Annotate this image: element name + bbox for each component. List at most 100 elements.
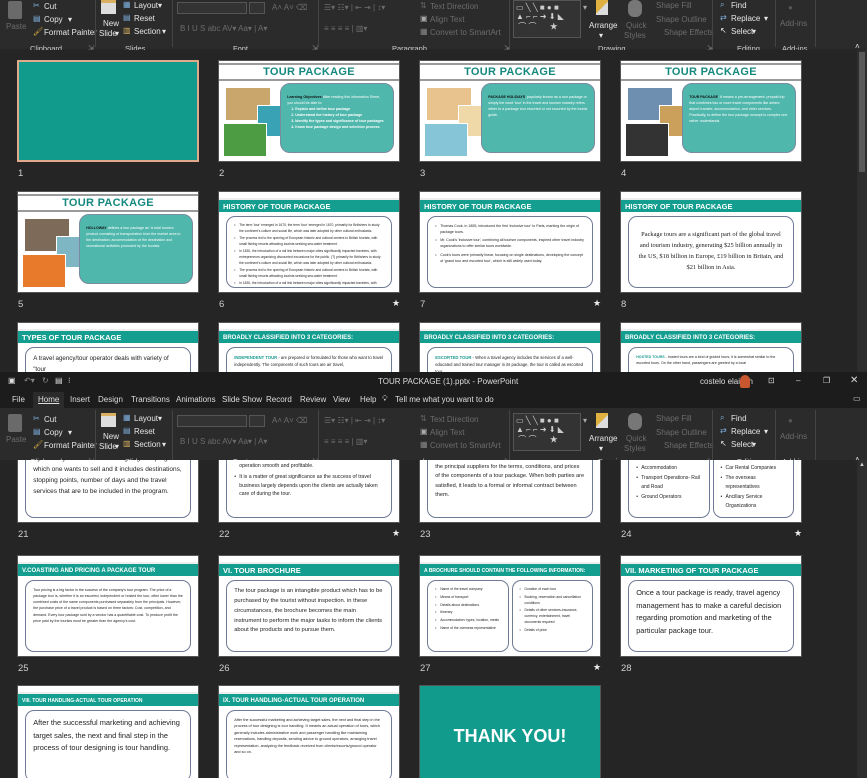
font-size-box[interactable] (249, 2, 265, 14)
scrollbar[interactable]: ▲ (857, 460, 867, 778)
slide-thumbnail-2[interactable]: TOUR PACKAGE Learning Objectives:After r… (218, 60, 400, 162)
slide-thumbnail-23[interactable]: Negotiation means talk between the trave… (419, 460, 601, 523)
addins-button[interactable]: Add-ins (780, 432, 807, 441)
tab-animations[interactable]: Animations (176, 395, 216, 404)
find-button[interactable]: Find (731, 1, 747, 10)
copy-button[interactable]: Copy (44, 15, 63, 24)
cut-button[interactable]: Cut (44, 2, 56, 11)
quick-styles-label[interactable]: Styles (624, 31, 646, 40)
arrange-button[interactable]: Arrange (589, 434, 617, 443)
replace-button[interactable]: Replace (731, 427, 760, 436)
slide-thumbnail-30[interactable]: IX. TOUR HANDLING-ACTUAL TOUR OPERATION A… (218, 685, 400, 778)
tab-insert[interactable]: Insert (70, 395, 90, 404)
slide-thumbnail-3[interactable]: TOUR PACKAGE PACKAGE HOLIDAYS, popularly… (419, 60, 601, 162)
slide-thumbnail-9[interactable]: TYPES OF TOUR PACKAGE A travel agency/tou… (17, 322, 199, 372)
reset-button[interactable]: Reset (134, 427, 155, 436)
align-text-button[interactable]: Align Text (430, 15, 465, 24)
convert-smartart-button[interactable]: Convert to SmartArt (430, 441, 501, 450)
section-button[interactable]: Section (134, 27, 161, 36)
shape-outline-button[interactable]: Shape Outline (656, 428, 707, 437)
slide-thumbnail-8[interactable]: HISTORY OF TOUR PACKAGE Package tours are… (620, 191, 802, 293)
layout-button[interactable]: Layout (134, 414, 158, 423)
slide-thumbnail-7[interactable]: HISTORY OF TOUR PACKAGE Thomas Cook, in 1… (419, 191, 601, 293)
slide-thumbnail-28[interactable]: VII. MARKETING OF TOUR PACKAGE Once a tou… (620, 555, 802, 657)
section-button[interactable]: Section (134, 440, 161, 449)
shape-outline-button[interactable]: Shape Outline (656, 15, 707, 24)
copy-dropdown-icon[interactable]: ▾ (68, 428, 72, 437)
tab-record[interactable]: Record (266, 395, 292, 404)
find-button[interactable]: Find (731, 414, 747, 423)
select-button[interactable]: Select (731, 27, 753, 36)
customize-qat-icon[interactable]: ⁝ (68, 376, 71, 385)
paste-button[interactable]: Paste (6, 435, 26, 444)
shapes-gallery[interactable]: ▭ ╲ ╲ ■ ● ■ ▲ ⌐ ⌐ ➜ ⬇ ◣ ⌒ ⌒ ★ (513, 0, 581, 38)
new-slide-button[interactable]: New (103, 19, 119, 28)
reset-button[interactable]: Reset (134, 14, 155, 23)
tell-me-search[interactable]: Tell me what you want to do (395, 395, 494, 404)
slide-thumbnail-22[interactable]: excellent travel services to the tourist… (218, 460, 400, 523)
undo-icon[interactable]: ↶▾ (24, 376, 35, 385)
tab-design[interactable]: Design (98, 395, 123, 404)
redo-icon[interactable]: ↻ (42, 376, 49, 385)
font-format-buttons[interactable]: B I U S abc AV▾ Aa▾ | A▾ (180, 24, 267, 33)
slide-thumbnail-29[interactable]: VIII. TOUR HANDLING-ACTUAL TOUR OPERATIO… (17, 685, 199, 778)
tab-transitions[interactable]: Transitions (131, 395, 170, 404)
ribbon-display-options-icon[interactable]: ⊡ (768, 376, 775, 385)
slide-thumbnail-5[interactable]: TOUR PACKAGE HOLLOWAY defines a tour pac… (17, 191, 199, 293)
quick-styles-button[interactable]: Quick (626, 21, 646, 30)
slide-thumbnail-11[interactable]: BROADLY CLASSIFIED INTO 3 CATEGORIES: ESC… (419, 322, 601, 372)
slide-thumbnail-27[interactable]: A BROCHURE SHOULD CONTAIN THE FOLLOWING … (419, 555, 601, 657)
close-icon[interactable]: ✕ (850, 375, 858, 386)
text-direction-button[interactable]: Text Direction (430, 2, 478, 11)
slide-thumbnail-6[interactable]: HISTORY OF TOUR PACKAGE The term 'tour' e… (218, 191, 400, 293)
tab-file[interactable]: File (12, 395, 25, 404)
cut-button[interactable]: Cut (44, 415, 56, 424)
replace-button[interactable]: Replace (731, 14, 760, 23)
quick-styles-label[interactable]: Styles (624, 444, 646, 453)
slide-thumbnail-21[interactable]: By itinerary one means the designing of … (17, 460, 199, 523)
layout-button[interactable]: Layout (134, 1, 158, 10)
shapes-gallery[interactable]: ▭ ╲ ╲ ■ ● ■ ▲ ⌐ ⌐ ➜ ⬇ ◣ ⌒ ⌒ ★ (513, 413, 581, 451)
align-buttons[interactable]: ≡ ≡ ≡ ≡ | ▥▾ (324, 437, 367, 446)
slide-thumbnail-1[interactable] (17, 60, 199, 162)
tab-home[interactable]: Home (33, 392, 65, 408)
scrollbar[interactable] (857, 50, 867, 372)
font-size-buttons[interactable]: A˄ A˅ ⌫ (272, 416, 307, 425)
quick-styles-button[interactable]: Quick (626, 434, 646, 443)
font-name-box[interactable] (177, 415, 247, 427)
slide-thumbnail-24[interactable]: AirlinesAccommodationTransport Operation… (620, 460, 802, 523)
new-slide-button[interactable]: New (103, 432, 119, 441)
presentation-icon[interactable]: ▤ (55, 376, 63, 385)
font-format-buttons[interactable]: B I U S abc AV▾ Aa▾ | A▾ (180, 437, 267, 446)
slide-thumbnail-4[interactable]: TOUR PACKAGE TOUR PACKAGE: It means a pr… (620, 60, 802, 162)
format-painter-button[interactable]: Format Painter (44, 441, 97, 450)
font-name-box[interactable] (177, 2, 247, 14)
shape-fill-button[interactable]: Shape Fill (656, 414, 692, 423)
slide-thumbnail-31[interactable]: THANK YOU! (419, 685, 601, 778)
format-painter-button[interactable]: Format Painter (44, 28, 97, 37)
minimize-icon[interactable]: – (796, 376, 800, 385)
font-size-buttons[interactable]: A˄ A˅ ⌫ (272, 3, 307, 12)
text-direction-button[interactable]: Text Direction (430, 415, 478, 424)
copy-button[interactable]: Copy (44, 428, 63, 437)
gallery-more-icon[interactable]: ▾ (583, 3, 587, 12)
restore-icon[interactable]: ❐ (823, 376, 830, 385)
tab-slide-show[interactable]: Slide Show (222, 395, 262, 404)
list-buttons[interactable]: ☰▾ ☷▾ | ⇤ ⇥ | ↕▾ (324, 416, 385, 425)
shape-effects-button[interactable]: Shape Effects (664, 441, 714, 450)
tab-review[interactable]: Review (300, 395, 326, 404)
select-button[interactable]: Select (731, 440, 753, 449)
convert-smartart-button[interactable]: Convert to SmartArt (430, 28, 501, 37)
gallery-more-icon[interactable]: ▾ (583, 416, 587, 425)
slide-thumbnail-12[interactable]: BROADLY CLASSIFIED INTO 3 CATEGORIES: HOS… (620, 322, 802, 372)
slide-thumbnail-10[interactable]: BROADLY CLASSIFIED INTO 3 CATEGORIES: IND… (218, 322, 400, 372)
arrange-button[interactable]: Arrange (589, 21, 617, 30)
comments-icon[interactable]: ▭ (853, 394, 861, 403)
slide-thumbnail-26[interactable]: VI. TOUR BROCHURE The tour package is an … (218, 555, 400, 657)
font-size-box[interactable] (249, 415, 265, 427)
align-text-button[interactable]: Align Text (430, 428, 465, 437)
save-icon[interactable]: ▣ (8, 376, 16, 385)
addins-button[interactable]: Add-ins (780, 19, 807, 28)
align-buttons[interactable]: ≡ ≡ ≡ ≡ | ▥▾ (324, 24, 367, 33)
paste-button[interactable]: Paste (6, 22, 26, 31)
